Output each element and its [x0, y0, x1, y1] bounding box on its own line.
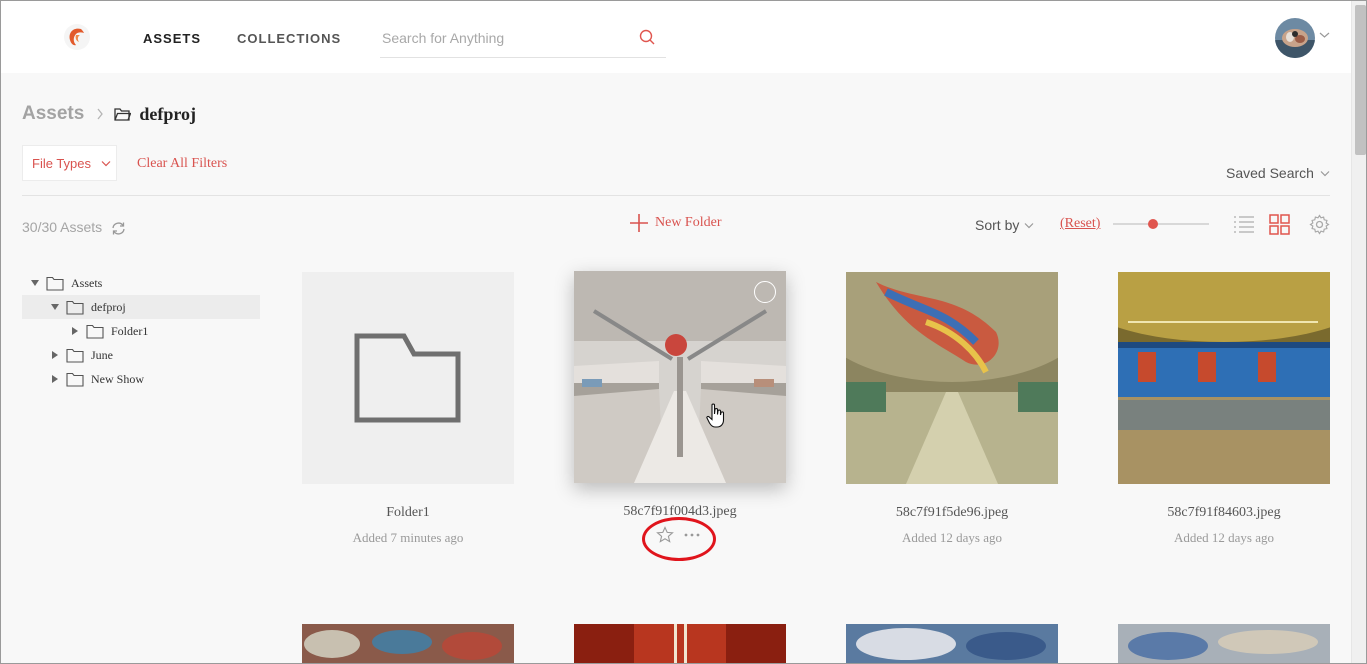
asset-count: 30/30 Assets: [22, 217, 127, 236]
plus-icon: [630, 214, 648, 232]
file-types-label: File Types: [32, 155, 92, 171]
new-folder-button[interactable]: New Folder: [629, 213, 722, 233]
caret-down-icon[interactable]: [30, 280, 40, 286]
slider-knob[interactable]: [1148, 219, 1159, 229]
asset-thumbnail[interactable]: [1118, 272, 1330, 484]
gear-icon[interactable]: [1309, 214, 1330, 235]
clear-all-filters-link[interactable]: Clear All Filters: [137, 156, 227, 172]
saved-search-label: Saved Search: [1226, 165, 1314, 181]
asset-thumbnail[interactable]: [846, 624, 1058, 663]
select-checkbox[interactable]: [754, 281, 776, 303]
folder-icon: [46, 276, 64, 291]
thumbnail-size-slider[interactable]: [1113, 219, 1209, 229]
chevron-right-icon: [97, 108, 104, 120]
chevron-down-icon: [1320, 170, 1330, 176]
chevron-down-icon: [1024, 222, 1034, 228]
hand-cursor-icon: [706, 403, 725, 428]
asset-name[interactable]: 58c7f91f84603.jpeg: [1118, 505, 1330, 521]
tree-item-label: June: [91, 347, 113, 362]
refresh-icon[interactable]: [110, 221, 127, 236]
sort-by-label: Sort by: [975, 217, 1020, 233]
tree-item-label: Folder1: [111, 323, 149, 338]
folder-open-icon: [114, 107, 132, 121]
caret-right-icon[interactable]: [50, 351, 60, 359]
tree-item-assets[interactable]: Assets: [22, 271, 260, 295]
tree-item-label: Assets: [71, 275, 103, 290]
chevron-down-icon: [101, 160, 111, 166]
breadcrumb-root[interactable]: Assets: [22, 103, 84, 125]
vertical-scrollbar[interactable]: [1351, 1, 1366, 663]
folder-icon: [354, 333, 461, 423]
tree-item-label: New Show: [91, 371, 144, 386]
asset-name[interactable]: 58c7f91f5de96.jpeg: [846, 505, 1058, 521]
asset-name[interactable]: Folder1: [302, 505, 514, 521]
tree-item-new-show[interactable]: New Show: [22, 367, 260, 391]
nav-assets[interactable]: ASSETS: [143, 31, 201, 46]
folder-thumbnail[interactable]: [302, 272, 514, 484]
search-input[interactable]: [380, 23, 620, 53]
asset-thumbnail[interactable]: [574, 624, 786, 663]
caret-down-icon[interactable]: [50, 304, 60, 310]
grid-view-icon[interactable]: [1269, 214, 1290, 235]
asset-card-image[interactable]: 58c7f91f5de96.jpeg Added 12 days ago: [846, 272, 1058, 545]
scrollbar-thumb[interactable]: [1355, 5, 1366, 155]
asset-thumbnail[interactable]: [302, 624, 514, 663]
asset-thumbnail[interactable]: [1118, 624, 1330, 663]
user-avatar[interactable]: [1275, 18, 1315, 58]
asset-card-image[interactable]: 58c7f91f84603.jpeg Added 12 days ago: [1118, 272, 1330, 545]
folder-icon: [66, 372, 84, 387]
caret-right-icon[interactable]: [50, 375, 60, 383]
tree-item-label: defproj: [91, 299, 126, 314]
folder-icon: [66, 348, 84, 363]
tree-item-folder1[interactable]: Folder1: [22, 319, 260, 343]
asset-thumbnail[interactable]: [574, 271, 786, 483]
asset-added-time: Added 12 days ago: [1173, 530, 1274, 545]
asset-count-label: 30/30 Assets: [22, 218, 103, 235]
tree-item-defproj[interactable]: defproj: [22, 295, 260, 319]
new-folder-label: New Folder: [655, 215, 722, 230]
tree-item-june[interactable]: June: [22, 343, 260, 367]
search-icon[interactable]: [639, 29, 656, 46]
brand-logo[interactable]: [63, 23, 91, 51]
app-window: ASSETS COLLECTIONS Asse: [0, 0, 1367, 664]
folder-icon: [86, 324, 104, 339]
sort-by-dropdown[interactable]: Sort by: [975, 217, 1034, 233]
asset-added-time: Added 7 minutes ago: [352, 530, 464, 545]
breadcrumb: Assets defproj: [22, 103, 196, 125]
annotation-highlight-circle: [642, 517, 716, 561]
asset-card-folder[interactable]: Folder1 Added 7 minutes ago: [302, 272, 514, 545]
filter-divider: [22, 195, 1330, 196]
top-header: ASSETS COLLECTIONS: [1, 1, 1351, 73]
saved-search-dropdown[interactable]: Saved Search: [1226, 165, 1330, 181]
folder-icon: [66, 300, 84, 315]
chevron-down-icon[interactable]: [1319, 31, 1330, 39]
file-types-dropdown[interactable]: File Types: [22, 145, 117, 181]
nav-collections[interactable]: COLLECTIONS: [237, 31, 341, 46]
folder-tree: Assets defproj Folder1 June New Show: [22, 271, 260, 391]
breadcrumb-current: defproj: [139, 103, 196, 124]
reset-sort-link[interactable]: (Reset): [1060, 216, 1100, 232]
caret-right-icon[interactable]: [70, 327, 80, 335]
asset-added-time: Added 12 days ago: [901, 530, 1002, 545]
asset-thumbnail[interactable]: [846, 272, 1058, 484]
search-box: [380, 23, 666, 58]
asset-card-image[interactable]: 58c7f91f004d3.jpeg: [574, 271, 786, 543]
list-view-icon[interactable]: [1233, 215, 1255, 233]
